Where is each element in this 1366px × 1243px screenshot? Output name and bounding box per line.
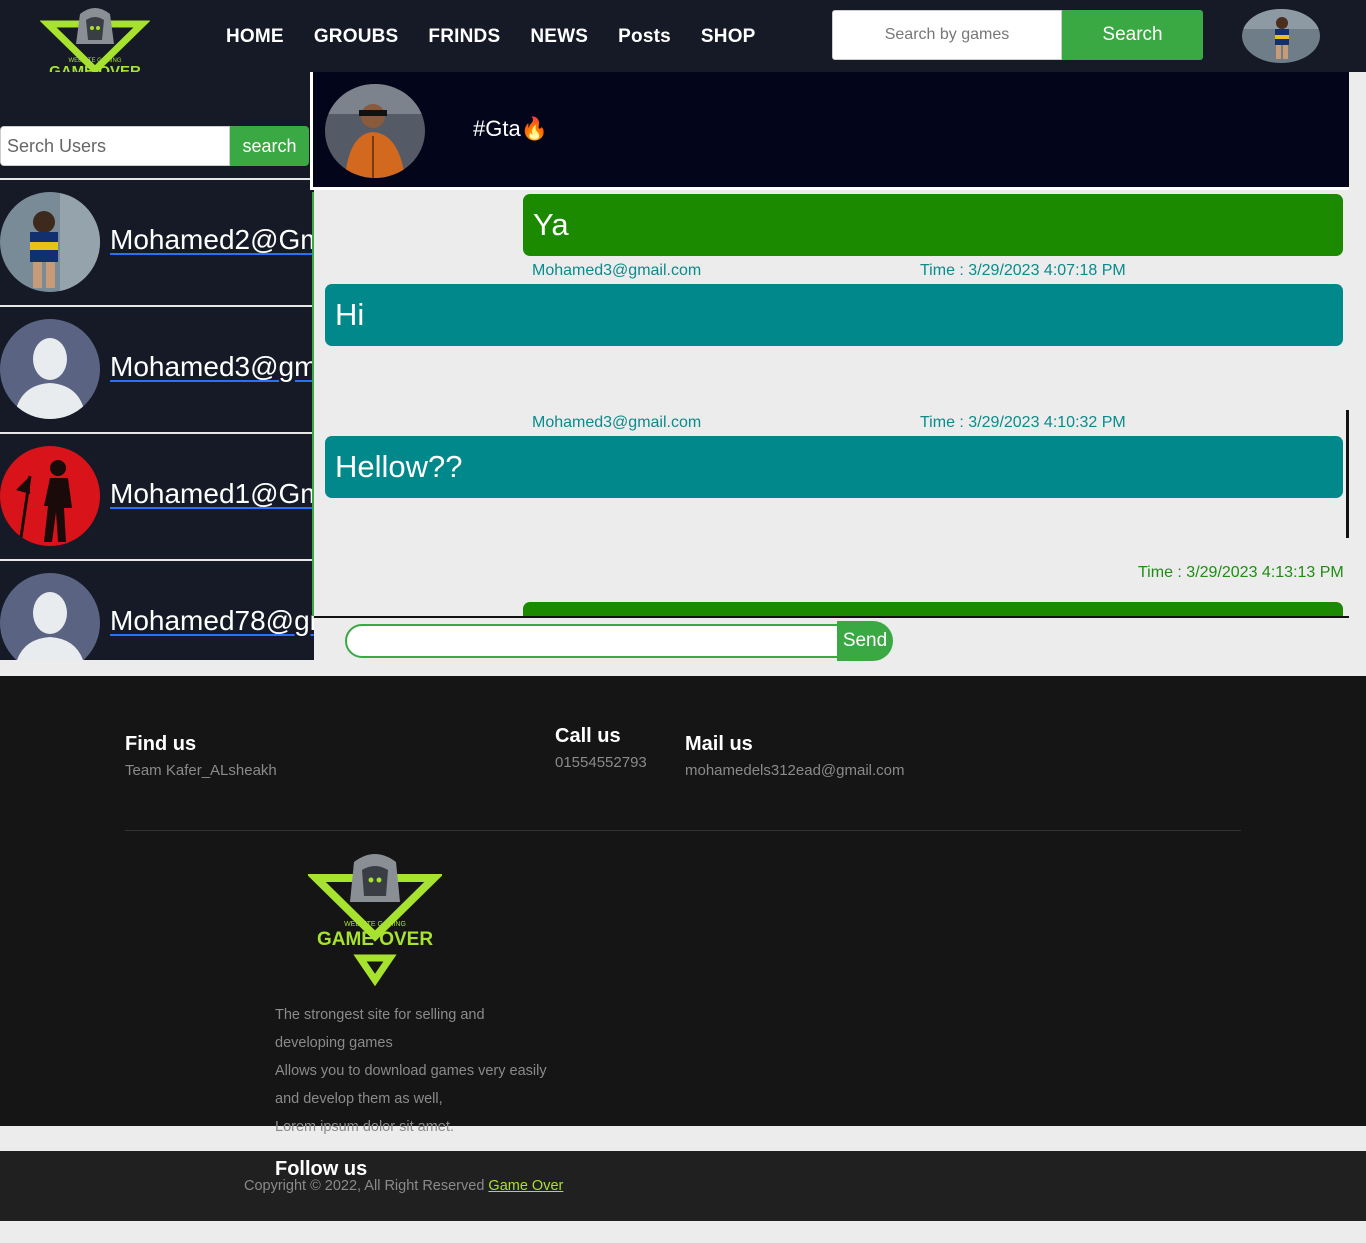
message-bubble-received: Hi bbox=[325, 284, 1343, 346]
chat-header: #Gta🔥 bbox=[310, 72, 1349, 190]
call-us-title: Call us bbox=[555, 725, 621, 747]
message-sender: Mohamed3@gmail.com bbox=[532, 262, 702, 279]
footer-logo[interactable]: WEBSITE GAMING GAME OVER bbox=[308, 848, 442, 988]
gta-character-icon bbox=[325, 84, 425, 178]
user-avatar bbox=[0, 319, 100, 419]
user-search-button[interactable]: search bbox=[230, 126, 309, 166]
player-photo-icon bbox=[0, 192, 100, 292]
user-list-item[interactable]: Mohamed2@Gmail.com bbox=[0, 178, 314, 302]
user-list-item[interactable]: Mohamed3@gmail.com bbox=[0, 305, 314, 429]
footer: Find us Team Kafer_ALsheakh Call us 0155… bbox=[0, 676, 1366, 1126]
footer-desc-line: and develop them as well, bbox=[275, 1091, 443, 1107]
nav-home-link[interactable]: HOME bbox=[226, 26, 284, 48]
message-input[interactable] bbox=[345, 624, 845, 658]
nav-friends-link[interactable]: FRINDS bbox=[428, 26, 500, 48]
group-avatar[interactable] bbox=[325, 84, 425, 178]
copyright-text: Copyright © 2022, All Right Reserved Gam… bbox=[244, 1178, 563, 1194]
footer-desc-line: The strongest site for selling and bbox=[275, 1007, 485, 1023]
player-photo-icon bbox=[1242, 9, 1320, 63]
main-nav: HOME GROUBS FRINDS NEWS Posts SHOP bbox=[226, 26, 786, 48]
copyright-link[interactable]: Game Over bbox=[488, 1178, 563, 1194]
message-bubble-sent bbox=[523, 602, 1343, 616]
chat-title: #Gta🔥 bbox=[473, 116, 549, 141]
user-search-input[interactable]: Serch Users bbox=[0, 126, 230, 166]
message-bubble-sent: Ya bbox=[523, 194, 1343, 256]
send-button[interactable]: Send bbox=[837, 621, 893, 661]
footer-divider bbox=[125, 830, 1241, 831]
nav-groups-link[interactable]: GROUBS bbox=[314, 26, 399, 48]
message-sender: Mohamed3@gmail.com bbox=[532, 414, 702, 431]
message-time: Time : 3/29/2023 4:10:32 PM bbox=[920, 414, 1126, 431]
game-search-input[interactable]: Search by games bbox=[832, 10, 1062, 60]
footer-logo-title: GAME OVER bbox=[317, 929, 433, 950]
nav-posts-link[interactable]: Posts bbox=[618, 26, 671, 48]
profile-avatar[interactable] bbox=[1242, 9, 1320, 63]
footer-desc-line: Allows you to download games very easily bbox=[275, 1063, 547, 1079]
page: HOME GROUBS FRINDS NEWS Posts SHOP Searc… bbox=[0, 0, 1366, 1243]
red-silhouette-icon bbox=[0, 446, 100, 546]
footer-logo-subtitle: WEBSITE GAMING bbox=[344, 921, 406, 928]
mail-us-email: mohamedels312ead@gmail.com bbox=[685, 762, 905, 779]
copyright-prefix: Copyright © 2022, All Right Reserved bbox=[244, 1178, 485, 1194]
footer-description: The strongest site for selling and devel… bbox=[275, 1001, 565, 1141]
chat-divider bbox=[314, 616, 1349, 618]
message-bubble-received: Hellow?? bbox=[325, 436, 1343, 498]
footer-desc-line: Lorem ipsum dolor sit amet. bbox=[275, 1119, 454, 1135]
user-list-item[interactable]: Mohamed1@Gmail.com bbox=[0, 432, 314, 556]
default-user-icon bbox=[0, 319, 100, 419]
mail-us-title: Mail us bbox=[685, 733, 753, 755]
nav-shop-link[interactable]: SHOP bbox=[701, 26, 756, 48]
message-time: Time : 3/29/2023 4:07:18 PM bbox=[920, 262, 1126, 279]
message-time: Time : 3/29/2023 4:13:13 PM bbox=[1138, 564, 1344, 581]
nav-news-link[interactable]: NEWS bbox=[530, 26, 588, 48]
messages-area[interactable]: Ya Mohamed3@gmail.com Time : 3/29/2023 4… bbox=[312, 192, 1349, 616]
footer-desc-line: developing games bbox=[275, 1035, 393, 1051]
user-avatar bbox=[0, 446, 100, 546]
user-email-link[interactable]: Mohamed2@Gmail.com bbox=[110, 224, 314, 256]
copyright-bar bbox=[0, 1151, 1366, 1221]
call-us-phone: 01554552793 bbox=[555, 754, 647, 771]
find-us-text: Team Kafer_ALsheakh bbox=[125, 762, 277, 779]
user-avatar bbox=[0, 192, 100, 292]
messages-scrollbar[interactable] bbox=[1346, 410, 1349, 538]
user-email-link[interactable]: Mohamed1@Gmail.com bbox=[110, 478, 314, 510]
find-us-title: Find us bbox=[125, 733, 197, 755]
users-sidebar: Serch Users search Mohamed2@Gmail.com bbox=[0, 72, 314, 660]
user-list-item[interactable]: Mohamed78@gmail.com bbox=[0, 559, 314, 660]
top-navbar: HOME GROUBS FRINDS NEWS Posts SHOP Searc… bbox=[0, 0, 1366, 72]
user-email-link[interactable]: Mohamed78@gmail.com bbox=[110, 605, 314, 637]
user-avatar bbox=[0, 573, 100, 660]
default-user-icon bbox=[0, 573, 100, 660]
game-search-button[interactable]: Search bbox=[1062, 10, 1203, 60]
user-email-link[interactable]: Mohamed3@gmail.com bbox=[110, 351, 314, 383]
